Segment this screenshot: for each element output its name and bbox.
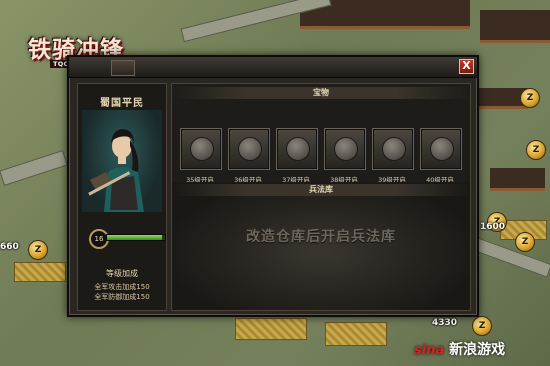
treasure-slot-5[interactable] — [372, 128, 414, 170]
treasure-slot-2[interactable] — [228, 128, 270, 170]
palace-roof — [480, 10, 550, 43]
character-panel: 蜀国平民 16 等级加成 全军攻击加成150 全军防御加成150 — [77, 83, 167, 311]
wheat-field[interactable] — [325, 322, 387, 346]
treasure-slot-4[interactable] — [324, 128, 366, 170]
warbook-header: 兵法库 — [172, 184, 470, 196]
close-button[interactable]: X — [459, 59, 474, 74]
treasure-panel: 宝物 35级开启 36级开启 37级开启 38级开启 39级开启 40级开启 兵… — [171, 83, 471, 311]
coin-icon[interactable]: Z — [515, 232, 535, 252]
treasure-slot-3[interactable] — [276, 128, 318, 170]
sina-watermark: sina 新浪游戏 — [414, 339, 505, 359]
general-portrait-icon — [88, 129, 144, 212]
treasure-dialog: X 蜀国平民 16 等级加成 全军攻击加成150 全军防御加成150 宝物 35… — [67, 55, 479, 317]
treasure-slot-6[interactable] — [420, 128, 462, 170]
lock-icon — [286, 137, 310, 161]
warbook-area: 兵法库 改造仓库后开启兵法库 — [172, 182, 470, 310]
city-wall — [470, 236, 550, 278]
sina-logo: sina — [414, 343, 445, 358]
exp-bar — [106, 234, 166, 241]
wheat-field[interactable] — [14, 262, 66, 282]
lock-icon — [334, 137, 358, 161]
dialog-tab[interactable] — [111, 60, 135, 76]
lock-icon — [190, 137, 214, 161]
watermark-text: 新浪游戏 — [449, 342, 506, 358]
treasure-header: 宝物 — [172, 87, 470, 99]
lock-icon — [430, 137, 454, 161]
treasure-slot-1[interactable] — [180, 128, 222, 170]
warbook-locked-message: 改造仓库后开启兵法库 — [246, 229, 396, 245]
exp-bar-fill — [107, 235, 163, 240]
bonus-attack: 全军攻击加成150 — [94, 283, 150, 291]
resource-count: 1600 — [480, 222, 506, 232]
coin-icon[interactable]: Z — [472, 316, 492, 336]
lock-icon — [382, 137, 406, 161]
bonus-defense: 全军防御加成150 — [94, 293, 150, 301]
house-roof — [490, 168, 545, 191]
resource-count: 4330 — [432, 318, 458, 328]
wheat-field[interactable] — [235, 318, 307, 340]
character-name: 蜀国平民 — [100, 98, 144, 109]
dialog-titlebar[interactable]: X — [69, 57, 477, 78]
lock-icon — [238, 137, 262, 161]
coin-icon[interactable]: Z — [28, 240, 48, 260]
coin-icon[interactable]: Z — [520, 88, 540, 108]
bonus-title: 等级加成 — [106, 269, 138, 278]
resource-count: 660 — [0, 242, 19, 252]
coin-icon[interactable]: Z — [526, 140, 546, 160]
city-wall — [0, 150, 68, 186]
character-portrait[interactable] — [82, 110, 162, 212]
